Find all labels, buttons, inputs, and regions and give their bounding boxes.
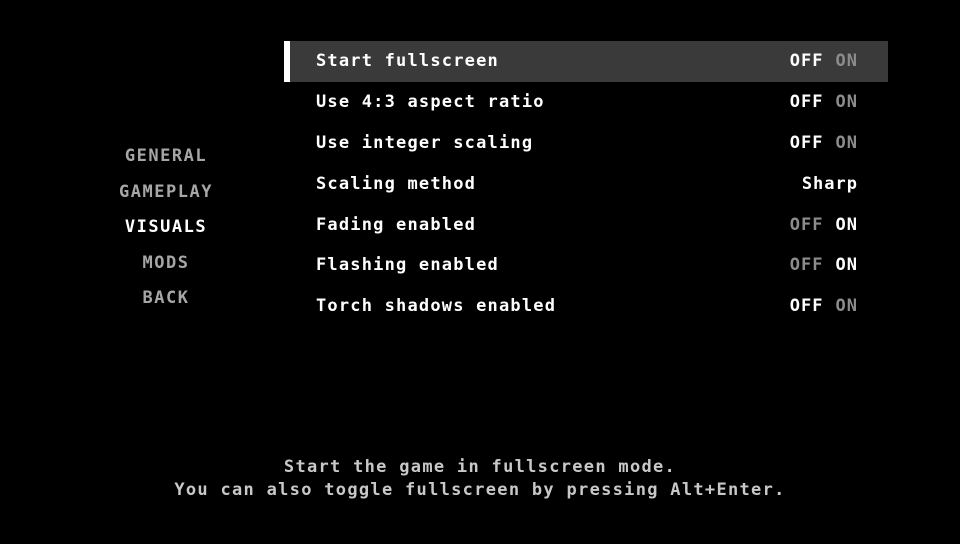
option-torch-shadows[interactable]: Torch shadows enabled OFF ON xyxy=(284,286,888,327)
choice-value[interactable]: Sharp xyxy=(802,174,858,194)
option-start-fullscreen[interactable]: Start fullscreen OFF ON xyxy=(284,41,888,82)
toggle-torch-shadows[interactable]: OFF ON xyxy=(790,296,858,316)
toggle-off-value[interactable]: OFF xyxy=(790,92,824,112)
option-fading[interactable]: Fading enabled OFF ON xyxy=(284,204,888,245)
toggle-on-value[interactable]: ON xyxy=(836,296,858,316)
scaling-method-value[interactable]: Sharp xyxy=(802,174,858,194)
option-integer-scaling[interactable]: Use integer scaling OFF ON xyxy=(284,123,888,164)
toggle-on-value[interactable]: ON xyxy=(836,255,858,275)
menu-item-general[interactable]: GENERAL xyxy=(125,144,207,180)
option-label: Start fullscreen xyxy=(316,51,499,72)
toggle-fading[interactable]: OFF ON xyxy=(790,215,858,235)
option-label: Flashing enabled xyxy=(316,255,499,276)
option-label: Use integer scaling xyxy=(316,132,534,153)
toggle-on-value[interactable]: ON xyxy=(836,92,858,112)
description-line-2: You can also toggle fullscreen by pressi… xyxy=(174,480,786,500)
menu-item-visuals[interactable]: VISUALS xyxy=(125,215,207,251)
toggle-off-value[interactable]: OFF xyxy=(790,215,824,235)
category-menu: GENERAL GAMEPLAY VISUALS MODS BACK xyxy=(96,144,236,322)
toggle-off-value[interactable]: OFF xyxy=(790,255,824,275)
option-label: Use 4:3 aspect ratio xyxy=(316,92,545,113)
option-label: Scaling method xyxy=(316,173,477,194)
menu-item-mods[interactable]: MODS xyxy=(143,251,190,287)
toggle-on-value[interactable]: ON xyxy=(836,215,858,235)
toggle-off-value[interactable]: OFF xyxy=(790,51,824,71)
option-scaling-method[interactable]: Scaling method Sharp xyxy=(284,163,888,204)
option-flashing[interactable]: Flashing enabled OFF ON xyxy=(284,245,888,286)
toggle-off-value[interactable]: OFF xyxy=(790,296,824,316)
visual-options-list: Start fullscreen OFF ON Use 4:3 aspect r… xyxy=(284,41,888,327)
toggle-integer-scaling[interactable]: OFF ON xyxy=(790,133,858,153)
option-aspect-ratio[interactable]: Use 4:3 aspect ratio OFF ON xyxy=(284,82,888,123)
menu-item-back[interactable]: BACK xyxy=(143,286,190,322)
toggle-on-value[interactable]: ON xyxy=(836,133,858,153)
toggle-start-fullscreen[interactable]: OFF ON xyxy=(790,51,858,71)
menu-item-gameplay[interactable]: GAMEPLAY xyxy=(119,180,213,216)
toggle-aspect-ratio[interactable]: OFF ON xyxy=(790,92,858,112)
option-description: Start the game in fullscreen mode. You c… xyxy=(0,456,960,502)
toggle-flashing[interactable]: OFF ON xyxy=(790,255,858,275)
toggle-off-value[interactable]: OFF xyxy=(790,133,824,153)
option-label: Torch shadows enabled xyxy=(316,296,557,317)
description-line-1: Start the game in fullscreen mode. xyxy=(283,457,677,477)
toggle-on-value[interactable]: ON xyxy=(836,51,858,71)
option-label: Fading enabled xyxy=(316,214,477,235)
